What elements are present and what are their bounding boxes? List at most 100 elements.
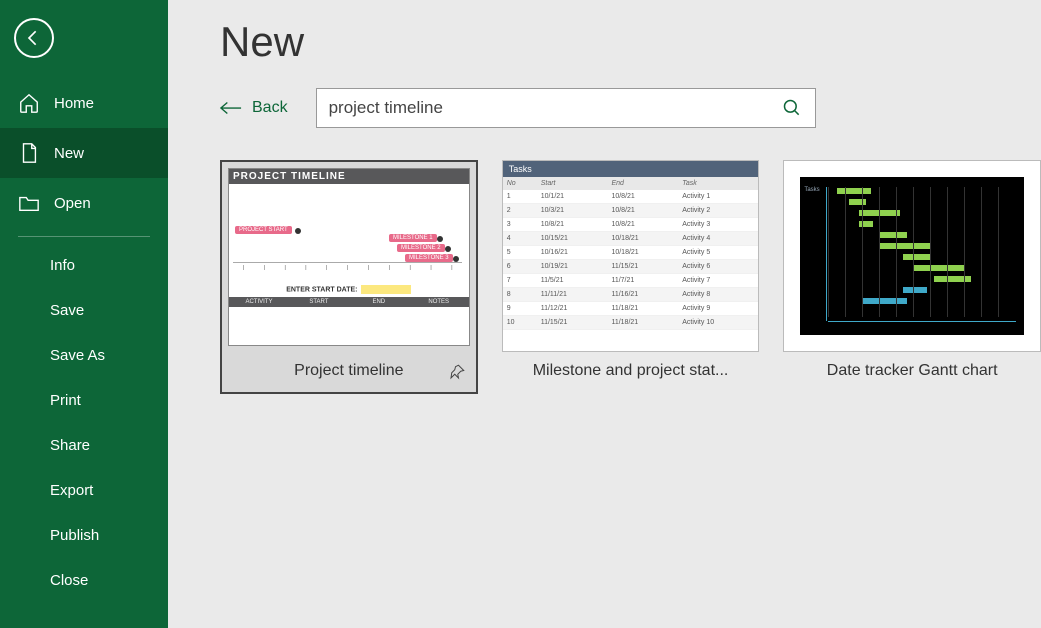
template-project-timeline[interactable]: PROJECT TIMELINE PROJECT START MILESTONE… bbox=[220, 160, 478, 394]
search-button[interactable] bbox=[777, 93, 807, 123]
template-search-input[interactable] bbox=[329, 98, 777, 118]
timeline-axis: ||||||||||| bbox=[233, 262, 465, 280]
gantt-bar bbox=[903, 254, 930, 260]
nav-new-label: New bbox=[54, 145, 84, 162]
template-preview: PROJECT TIMELINE PROJECT START MILESTONE… bbox=[228, 168, 470, 346]
template-label: Project timeline bbox=[222, 352, 476, 392]
preview-footer: ACTIVITY START END NOTES bbox=[229, 297, 469, 307]
back-arrow-icon bbox=[220, 101, 242, 115]
search-back-label: Back bbox=[252, 99, 288, 117]
gantt-gridline bbox=[981, 187, 982, 317]
milestone-marker: MILESTONE 1 bbox=[389, 234, 437, 242]
gantt-gridline bbox=[998, 187, 999, 317]
template-date-tracker-gantt[interactable]: Tasks Date tracker Gantt chart bbox=[783, 160, 1041, 394]
table-row: 1011/15/2111/18/21Activity 10 bbox=[503, 316, 759, 330]
template-results: PROJECT TIMELINE PROJECT START MILESTONE… bbox=[220, 160, 1041, 394]
milestone-marker: MILESTONE 3 bbox=[405, 254, 453, 262]
template-thumbnail: PROJECT TIMELINE PROJECT START MILESTONE… bbox=[222, 162, 476, 352]
search-icon bbox=[782, 98, 802, 118]
gantt-bar bbox=[934, 276, 971, 282]
gantt-bar bbox=[837, 188, 871, 194]
table-row: 911/12/2111/18/21Activity 9 bbox=[503, 302, 759, 316]
nav-open[interactable]: Open bbox=[0, 178, 168, 228]
open-folder-icon bbox=[18, 192, 40, 214]
back-button[interactable] bbox=[14, 18, 54, 58]
template-milestone-status[interactable]: Tasks No Start End Task 110/1/2110/8/21A… bbox=[502, 160, 760, 394]
gantt-bar bbox=[862, 298, 906, 304]
nav-close[interactable]: Close bbox=[0, 558, 168, 603]
gantt-gridline bbox=[879, 187, 880, 317]
milestone-dot-icon bbox=[295, 228, 301, 234]
preview-table: No Start End Task 110/1/2110/8/21Activit… bbox=[503, 177, 759, 330]
gantt-row bbox=[828, 198, 1016, 206]
gantt-row bbox=[828, 242, 1016, 250]
gantt-y-label: Tasks bbox=[804, 187, 819, 193]
sidebar-separator bbox=[18, 236, 150, 237]
preview-header: PROJECT TIMELINE bbox=[229, 169, 469, 184]
nav-open-label: Open bbox=[54, 195, 91, 212]
pin-button[interactable] bbox=[448, 363, 466, 381]
table-row: 610/19/2111/15/21Activity 6 bbox=[503, 260, 759, 274]
gantt-x-axis bbox=[828, 321, 1016, 331]
gantt-bar bbox=[879, 243, 930, 249]
gantt-bar bbox=[903, 287, 927, 293]
gantt-bar bbox=[913, 265, 964, 271]
milestone-dot-icon bbox=[445, 246, 451, 252]
table-row: 410/15/2110/18/21Activity 4 bbox=[503, 232, 759, 246]
gantt-preview: Tasks bbox=[800, 177, 1024, 335]
template-thumbnail: Tasks No Start End Task 110/1/2110/8/21A… bbox=[502, 160, 760, 352]
milestone-marker: MILESTONE 2 bbox=[397, 244, 445, 252]
nav-save[interactable]: Save bbox=[0, 288, 168, 333]
template-search-box bbox=[316, 88, 816, 128]
gantt-gridline bbox=[845, 187, 846, 317]
gantt-row bbox=[828, 253, 1016, 261]
page-title: New bbox=[220, 18, 1041, 66]
gantt-row bbox=[828, 231, 1016, 239]
milestone-dot-icon bbox=[437, 236, 443, 242]
search-row: Back bbox=[220, 88, 1041, 128]
template-label: Date tracker Gantt chart bbox=[783, 352, 1041, 380]
gantt-row bbox=[828, 220, 1016, 228]
nav-publish[interactable]: Publish bbox=[0, 513, 168, 558]
nav-print[interactable]: Print bbox=[0, 378, 168, 423]
gantt-gridline bbox=[913, 187, 914, 317]
gantt-gridline bbox=[947, 187, 948, 317]
date-input-highlight bbox=[361, 285, 411, 294]
table-row: 210/3/2110/8/21Activity 2 bbox=[503, 204, 759, 218]
gantt-row bbox=[828, 286, 1016, 294]
table-row: 811/11/2111/16/21Activity 8 bbox=[503, 288, 759, 302]
gantt-gridline bbox=[862, 187, 863, 317]
enter-date-row: ENTER START DATE: bbox=[229, 282, 469, 297]
table-row: 310/8/2110/8/21Activity 3 bbox=[503, 218, 759, 232]
search-back-link[interactable]: Back bbox=[220, 99, 288, 117]
template-label: Milestone and project stat... bbox=[502, 352, 760, 380]
gantt-bar bbox=[879, 232, 906, 238]
gantt-row bbox=[828, 264, 1016, 272]
gantt-gridline bbox=[828, 187, 829, 317]
nav-share[interactable]: Share bbox=[0, 423, 168, 468]
table-row: 110/1/2110/8/21Activity 1 bbox=[503, 190, 759, 204]
nav-new[interactable]: New bbox=[0, 128, 168, 178]
back-arrow-icon bbox=[24, 28, 44, 48]
gantt-row bbox=[828, 297, 1016, 305]
home-icon bbox=[18, 92, 40, 114]
backstage-sidebar: Home New Open Info Save Save As Print Sh… bbox=[0, 0, 168, 628]
preview-header: Tasks bbox=[503, 161, 759, 177]
table-row: 711/5/2111/7/21Activity 7 bbox=[503, 274, 759, 288]
gantt-gridline bbox=[930, 187, 931, 317]
gantt-gridline bbox=[896, 187, 897, 317]
nav-export[interactable]: Export bbox=[0, 468, 168, 513]
pin-icon bbox=[448, 363, 466, 381]
nav-info[interactable]: Info bbox=[0, 243, 168, 288]
table-row: 510/16/2110/18/21Activity 5 bbox=[503, 246, 759, 260]
main-panel: New Back PROJECT TIMELINE PROJECT START bbox=[168, 0, 1041, 628]
gantt-row bbox=[828, 209, 1016, 217]
template-thumbnail: Tasks bbox=[783, 160, 1041, 352]
new-file-icon bbox=[18, 142, 40, 164]
gantt-row bbox=[828, 275, 1016, 283]
gantt-y-axis bbox=[826, 187, 827, 321]
gantt-bar bbox=[859, 221, 873, 227]
nav-home-label: Home bbox=[54, 95, 94, 112]
nav-save-as[interactable]: Save As bbox=[0, 333, 168, 378]
nav-home[interactable]: Home bbox=[0, 78, 168, 128]
